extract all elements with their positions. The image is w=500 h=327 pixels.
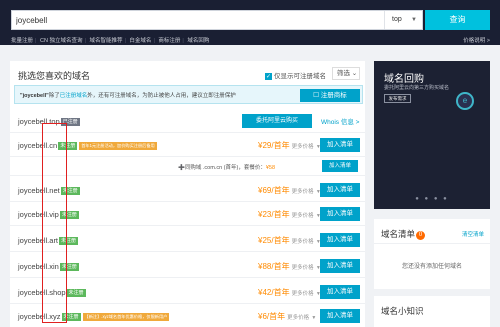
bundle-text: ➕同购域 .com.cn (首年)，套餐价：¥58: [178, 165, 276, 171]
add-to-cart-button[interactable]: 加入清单: [320, 138, 360, 152]
subnav-bulk-register[interactable]: 批量注册: [11, 38, 33, 44]
more-prices-link[interactable]: 更多价格: [292, 239, 314, 245]
add-to-cart-button[interactable]: 加入清单: [320, 183, 360, 197]
tld-select-value: top: [392, 16, 402, 23]
register-trademark-button[interactable]: ☐ 注册商标: [300, 89, 360, 102]
knowledge-title: 域名小知识: [381, 306, 424, 316]
price-info-link[interactable]: 价格说明 >: [463, 36, 490, 44]
subnav-trademark[interactable]: 商标注册: [158, 38, 180, 44]
more-prices-link[interactable]: 更多价格: [292, 144, 314, 150]
domain-name: joycebell.xyz 未注册 【新注】.xyz域名首年优惠价格，仅限新用户: [18, 312, 170, 321]
more-prices-link[interactable]: 更多价格: [292, 213, 314, 219]
price: ¥42/首年 更多价格 ▼: [258, 288, 321, 297]
buyback-banner[interactable]: 域名回购 委托阿里云向第三方购买域名 发布需求 e ● ● ● ●: [374, 61, 490, 209]
search-input[interactable]: [16, 13, 386, 28]
only-unregistered-checkbox[interactable]: ✓ 仅显示可注册域名: [265, 70, 326, 80]
panel-title: 挑选您喜欢的域名: [18, 71, 91, 81]
cart-count-badge: 0: [416, 231, 426, 240]
price: ¥88/首年 更多价格 ▼: [258, 262, 321, 271]
tld-select[interactable]: top ▼: [384, 11, 422, 29]
subnav-buyback[interactable]: 域名回购: [187, 38, 209, 44]
price: ¥23/首年 更多价格 ▼: [258, 210, 321, 219]
checkbox-checked-icon: ✓: [265, 72, 272, 80]
subnav-cn-query[interactable]: CN 独立域名查询: [40, 38, 82, 44]
banner-subtitle: 委托阿里云向第三方购买域名: [384, 85, 450, 91]
filter-button[interactable]: 筛选 ⌄: [332, 67, 360, 80]
notice-text: "joycebell"除了已注册域名外，还有可注册域名，为防止被他人占用，建议立…: [20, 93, 236, 99]
domain-cart-card: 域名清单 0 清空清单 您还没有添加任何域名: [374, 219, 490, 289]
chevron-down-icon: ▼: [411, 17, 417, 23]
cart-empty-text: 您还没有添加任何域名: [401, 264, 462, 270]
add-to-cart-button[interactable]: 加入清单: [320, 285, 360, 299]
add-to-cart-button[interactable]: 加入清单: [320, 309, 360, 323]
more-prices-link[interactable]: 更多价格: [287, 315, 309, 321]
add-to-cart-button[interactable]: 加入清单: [320, 259, 360, 273]
chevron-down-icon: ▼: [311, 315, 317, 321]
annotation-highlight-box: [42, 123, 67, 323]
bundle-add-button[interactable]: 加入清单: [322, 160, 358, 172]
more-prices-link[interactable]: 更多价格: [292, 189, 314, 195]
clear-cart-link[interactable]: 清空清单: [462, 230, 484, 238]
whois-link[interactable]: Whois 信息 >: [321, 116, 359, 126]
search-button[interactable]: 查询: [425, 10, 490, 30]
carousel-dots[interactable]: ● ● ● ●: [374, 196, 490, 202]
publish-request-button[interactable]: 发布需求: [384, 94, 411, 103]
price: ¥6/首年 更多价格 ▼: [258, 312, 317, 321]
promo-badge: 首年1元注册活动，加价购买注册后备用: [79, 142, 157, 150]
more-prices-link[interactable]: 更多价格: [292, 265, 314, 271]
coin-icon: e: [456, 92, 474, 110]
banner-title: 域名回购: [384, 74, 424, 85]
commission-purchase-button[interactable]: 委托阿里云购买: [242, 114, 312, 128]
domain-name: joycebell.cn 未注册 首年1元注册活动，加价购买注册后备用: [18, 141, 157, 150]
search-box: top ▼: [11, 10, 423, 30]
status-badge: 未注册: [66, 289, 86, 297]
sub-navigation: 批量注册 | CN 独立域名查询 | 域名智能推荐 | 白金域名 | 商标注册 | 域名回…: [11, 38, 210, 44]
subnav-smart-recommend[interactable]: 域名智能推荐: [89, 38, 122, 44]
add-to-cart-button[interactable]: 加入清单: [320, 207, 360, 221]
promo-badge: 【新注】.xyz域名首年优惠价格，仅限新用户: [82, 313, 170, 321]
price: ¥69/首年 更多价格 ▼: [258, 186, 321, 195]
add-to-cart-button[interactable]: 加入清单: [320, 233, 360, 247]
top-bar: top ▼ 查询 批量注册| CN 独立域名查询| 域名智能推荐| 白金域名| …: [0, 0, 500, 45]
domain-knowledge-card: 域名小知识: [374, 296, 490, 327]
notice-bar: "joycebell"除了已注册域名外，还有可注册域名，为防止被他人占用，建议立…: [14, 85, 363, 104]
price: ¥29/首年 更多价格 ▼: [258, 141, 321, 150]
more-prices-link[interactable]: 更多价格: [292, 291, 314, 297]
divider: [374, 243, 490, 244]
cart-title: 域名清单 0: [381, 228, 426, 240]
only-unregistered-label: 仅显示可注册域名: [274, 73, 326, 80]
subnav-platinum-domain[interactable]: 白金域名: [129, 38, 151, 44]
price: ¥25/首年 更多价格 ▼: [258, 236, 321, 245]
